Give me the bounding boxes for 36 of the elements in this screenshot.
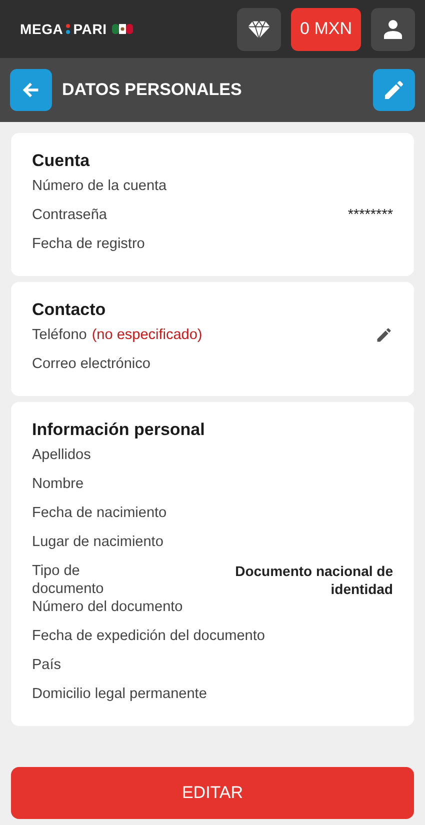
back-button[interactable] xyxy=(10,69,52,111)
field-label: Nombre xyxy=(32,475,84,493)
field-label: Apellidos xyxy=(32,446,91,464)
diamond-icon xyxy=(248,20,270,38)
edit-button[interactable] xyxy=(373,69,415,111)
field-label: Teléfono xyxy=(32,326,87,344)
balance-button[interactable]: 0 MXN xyxy=(291,8,361,50)
status-note: (no especificado) xyxy=(92,326,202,344)
field-label: Tipo de documento xyxy=(32,562,105,598)
logo-text: MEGA xyxy=(20,21,64,37)
page-title: DATOS PERSONALES xyxy=(62,80,243,100)
field-label: Número del documento xyxy=(32,598,183,616)
logo-text: PARI xyxy=(73,21,107,37)
user-icon xyxy=(383,19,403,39)
pencil-icon[interactable] xyxy=(375,326,393,344)
field-label: Fecha de nacimiento xyxy=(32,504,167,522)
diamond-button[interactable] xyxy=(237,8,281,50)
pencil-icon xyxy=(382,78,406,102)
section-title: Contacto xyxy=(32,300,107,320)
field-label: Domicilio legal permanente xyxy=(32,685,207,703)
field-value: Documento nacional de identidad xyxy=(234,562,393,598)
section-title: Cuenta xyxy=(32,151,91,171)
field-label: Fecha de registro xyxy=(32,235,145,253)
colon-dots-icon xyxy=(66,24,70,34)
field-label: Número de la cuenta xyxy=(32,177,167,195)
flag-icon xyxy=(112,24,133,34)
user-button[interactable] xyxy=(371,8,415,50)
field-label: Correo electrónico xyxy=(32,355,150,373)
field-label: Contraseña xyxy=(32,206,107,224)
section-title: Información personal xyxy=(32,420,206,440)
field-label: Fecha de expedición del documento xyxy=(32,627,265,645)
field-label: Lugar de nacimiento xyxy=(32,533,164,551)
back-arrow-icon xyxy=(22,81,40,99)
edit-button[interactable]: EDITAR xyxy=(11,767,414,819)
field-label: País xyxy=(32,656,62,674)
field-value: ******** xyxy=(348,206,393,224)
